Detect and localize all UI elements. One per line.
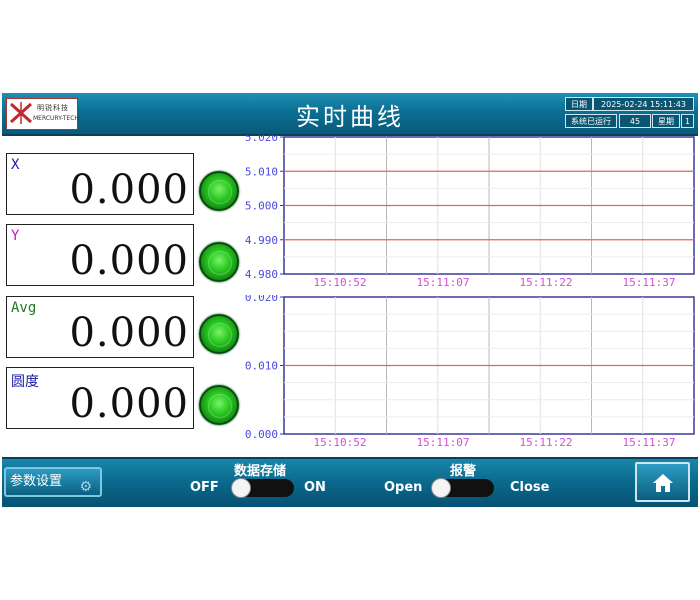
- home-icon: [653, 474, 673, 492]
- x-tick-label: 15:11:22: [520, 436, 573, 449]
- x-tick-label: 15:11:07: [417, 276, 470, 289]
- week-value: 1: [681, 114, 694, 128]
- avg-label: Avg: [11, 300, 37, 316]
- lower-trend-chart: 0.020 0.010 0.000 15:10:52 15:11:07 15:11:22 1…: [238, 295, 698, 455]
- upper-trend-chart-svg: 5.020 5.010 5.000 4.990 4.980 15:10:52 15:11:0…: [245, 135, 695, 289]
- y-value: 0.000: [69, 238, 189, 284]
- x-tick-label: 15:11:22: [520, 276, 573, 289]
- roundness-value-panel: 圆度 0.000: [6, 367, 194, 429]
- x-tick-label: 15:11:37: [623, 436, 676, 449]
- data-storage-on-label: ON: [304, 480, 326, 495]
- alarm-label: 报警: [450, 464, 477, 479]
- upper-trend-chart: 5.020 5.010 5.000 4.990 4.980 15:10:52 15:11:0…: [238, 135, 698, 295]
- datetime-value: 2025-02-24 15:11:43: [593, 97, 694, 111]
- x-tick-label: 15:10:52: [314, 276, 367, 289]
- x-value-panel: X 0.000: [6, 153, 194, 215]
- footer-bar: 参数设置 ⚙ 数据存储 OFF ON 报警 Open Close: [2, 457, 698, 507]
- y-tick-label: 0.010: [245, 360, 278, 373]
- alarm-close-label: Close: [510, 480, 550, 495]
- x-tick-label: 15:11:37: [623, 276, 676, 289]
- x-label: X: [11, 157, 20, 173]
- roundness-value: 0.000: [69, 381, 189, 427]
- y-tick-label: 5.010: [245, 165, 278, 178]
- y-tick-label: 4.990: [245, 234, 278, 247]
- y-value-panel: Y 0.000: [6, 224, 194, 286]
- y-tick-label: 5.000: [245, 200, 278, 213]
- parameter-settings-label: 参数设置: [10, 474, 63, 489]
- parameter-settings-button[interactable]: 参数设置 ⚙: [4, 467, 102, 497]
- data-storage-off-label: OFF: [190, 480, 219, 495]
- alarm-open-label: Open: [384, 480, 423, 495]
- date-label: 日期: [565, 97, 593, 111]
- gear-icon: ⚙: [79, 479, 92, 495]
- avg-value: 0.000: [69, 310, 189, 356]
- roundness-label: 圆度: [11, 374, 39, 390]
- x-status-led-icon: [199, 171, 239, 211]
- y-tick-label: 4.980: [245, 268, 278, 281]
- avg-value-panel: Avg 0.000: [6, 296, 194, 358]
- y-label: Y: [11, 228, 20, 244]
- home-button[interactable]: [635, 462, 690, 502]
- x-value: 0.000: [69, 167, 189, 213]
- header-bar: 明锐科技 MERCURY-TECH 实时曲线 日期 2025-02-24 15:…: [2, 93, 698, 136]
- y-tick-label: 0.020: [245, 295, 278, 304]
- alarm-toggle-knob: [431, 478, 451, 498]
- data-storage-label: 数据存储: [234, 464, 287, 479]
- runtime-value: 45: [619, 114, 651, 128]
- week-label: 星期: [652, 114, 680, 128]
- data-storage-toggle-knob: [231, 478, 251, 498]
- y-tick-label: 5.020: [245, 135, 278, 144]
- y-status-led-icon: [199, 242, 239, 282]
- data-storage-toggle[interactable]: [231, 478, 294, 498]
- hmi-screen: 明锐科技 MERCURY-TECH 实时曲线 日期 2025-02-24 15:…: [2, 93, 698, 507]
- y-tick-label: 0.000: [245, 428, 278, 441]
- alarm-toggle[interactable]: [431, 478, 494, 498]
- x-tick-label: 15:10:52: [314, 436, 367, 449]
- x-tick-label: 15:11:07: [417, 436, 470, 449]
- avg-status-led-icon: [199, 314, 239, 354]
- runtime-label: 系统已运行: [565, 114, 617, 128]
- roundness-status-led-icon: [199, 385, 239, 425]
- lower-trend-chart-svg: 0.020 0.010 0.000 15:10:52 15:11:07 15:11:22 1…: [245, 295, 695, 449]
